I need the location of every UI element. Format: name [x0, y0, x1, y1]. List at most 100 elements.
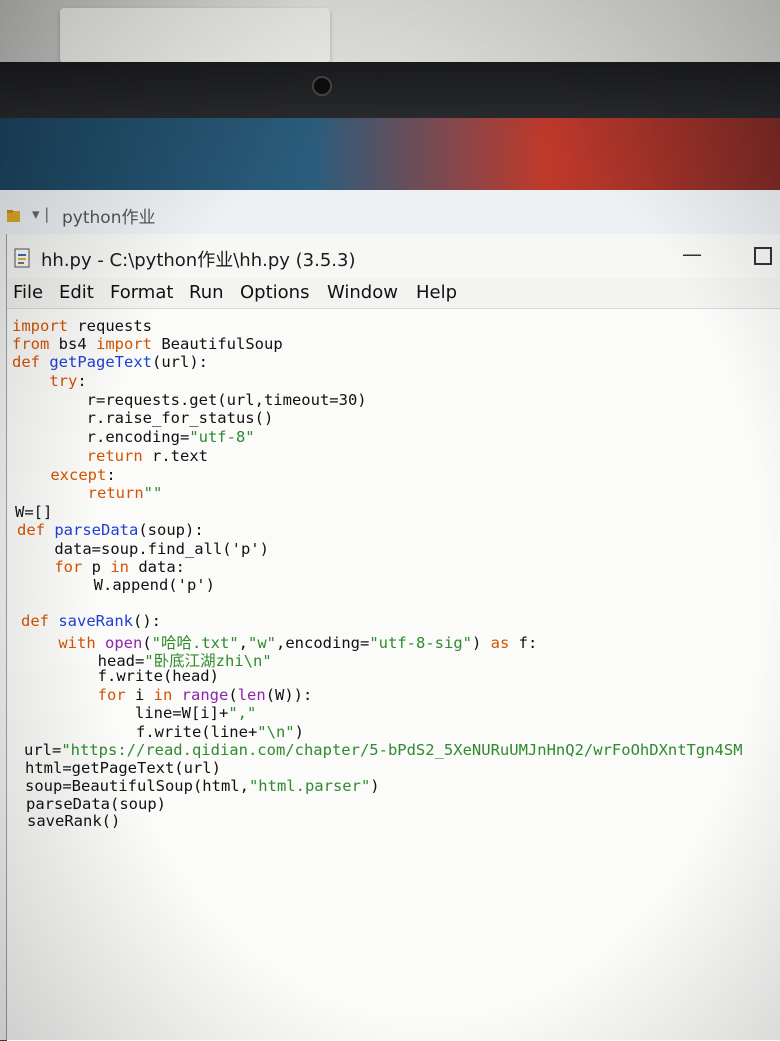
code-line: data=soup.find_all('p')	[17, 540, 269, 558]
code-line: f.write(line+"\n")	[24, 723, 304, 741]
code-token: return	[86, 447, 143, 465]
code-token: r.raise_for_status()	[12, 409, 274, 427]
code-token: import	[96, 335, 152, 353]
menu-run[interactable]: Run	[189, 282, 224, 303]
code-token: BeautifulSoup	[152, 335, 283, 353]
code-token: def	[21, 612, 49, 630]
code-line: return""	[13, 484, 163, 502]
code-token: saveRank	[58, 612, 133, 630]
code-token: :	[106, 466, 116, 484]
menu-file[interactable]: File	[13, 282, 43, 303]
code-token: r.encoding=	[12, 428, 190, 446]
code-line: except:	[13, 466, 116, 484]
webcam-icon	[312, 76, 332, 96]
code-token: i	[125, 686, 154, 704]
code-line: import requests	[12, 317, 152, 335]
code-token: from	[12, 335, 50, 353]
code-line: for p in data:	[17, 558, 185, 576]
code-token: f.write(head)	[23, 667, 219, 685]
code-token: data=soup.find_all('p')	[17, 540, 269, 558]
code-token: url=	[24, 741, 62, 759]
maximize-button[interactable]	[747, 240, 777, 270]
code-line: for i in range(len(W)):	[23, 686, 313, 704]
code-line: def parseData(soup):	[17, 521, 204, 539]
code-line: def getPageText(url):	[12, 353, 208, 371]
code-token: return	[87, 484, 144, 502]
code-line: return r.text	[12, 447, 208, 465]
code-token: p	[82, 558, 111, 576]
code-token: ","	[228, 704, 257, 722]
code-token: :	[77, 372, 87, 390]
code-line: W.append('p')	[19, 576, 215, 594]
code-token: parseData	[54, 521, 139, 539]
menu-help[interactable]: Help	[416, 282, 457, 303]
code-line: r.raise_for_status()	[12, 409, 274, 427]
code-line: html=getPageText(url)	[25, 759, 221, 777]
code-line: f.write(head)	[23, 667, 219, 685]
code-line: saveRank()	[27, 812, 120, 830]
code-token: ,encoding=	[276, 634, 370, 652]
code-line: url="https://read.qidian.com/chapter/5-b…	[24, 741, 743, 759]
code-line: try:	[12, 372, 87, 390]
code-token: line=W[i]+	[23, 704, 229, 722]
menu-edit[interactable]: Edit	[59, 282, 94, 303]
code-token: "utf-8"	[189, 428, 255, 446]
code-token: f.write(line+	[24, 723, 258, 741]
code-token: W=[]	[15, 503, 53, 521]
code-token: W.append('p')	[19, 576, 215, 594]
code-token: data:	[129, 558, 185, 576]
code-token: )	[472, 634, 491, 652]
code-line: W=[]	[15, 503, 52, 521]
window-title: hh.py - C:\python作业\hh.py (3.5.3)	[41, 250, 356, 271]
code-line: r=requests.get(url,timeout=30)	[12, 391, 367, 409]
code-editor[interactable]: import requests from bs4 import Beautiful…	[7, 308, 780, 1041]
menu-window[interactable]: Window	[327, 282, 398, 303]
code-line: line=W[i]+","	[23, 704, 256, 722]
menu-options[interactable]: Options	[240, 282, 309, 303]
code-token: as	[490, 634, 510, 652]
idle-editor-window: hh.py - C:\python作业\hh.py (3.5.3) — File…	[6, 234, 780, 1041]
menu-bar: File Edit Format Run Options Window Help	[7, 278, 780, 308]
code-token: (url):	[152, 353, 208, 371]
code-token: bs4	[49, 335, 96, 353]
code-token: "html.parser"	[248, 777, 371, 795]
minimize-button[interactable]: —	[677, 240, 707, 270]
window-titlebar[interactable]: hh.py - C:\python作业\hh.py (3.5.3) —	[7, 234, 780, 278]
code-token: try	[49, 372, 78, 390]
explorer-quick-access-chevron[interactable]: ▾ |	[32, 205, 49, 223]
menu-format[interactable]: Format	[110, 282, 173, 303]
code-token: except	[50, 466, 107, 484]
code-token: "utf-8-sig"	[369, 634, 472, 652]
code-token: range	[181, 686, 229, 704]
code-token: "\n"	[257, 723, 295, 741]
power-strip	[60, 8, 330, 63]
code-token: (	[228, 686, 238, 704]
code-token: html=getPageText(url)	[25, 759, 221, 777]
folder-icon	[7, 210, 20, 222]
code-token: (soup):	[138, 521, 204, 539]
desktop-wallpaper	[0, 118, 780, 198]
code-line: soup=BeautifulSoup(html,"html.parser")	[25, 777, 380, 795]
code-token: for	[54, 558, 83, 576]
code-token: requests	[68, 317, 152, 335]
code-line: def saveRank():	[21, 612, 161, 630]
code-token: parseData(soup)	[26, 795, 166, 813]
code-line: from bs4 import BeautifulSoup	[12, 335, 283, 353]
code-token: "https://read.qidian.com/chapter/5-bPdS2…	[61, 741, 743, 759]
code-token: ""	[143, 484, 163, 502]
code-token: getPageText	[49, 353, 152, 371]
code-token: )	[370, 777, 380, 795]
code-token: saveRank()	[27, 812, 121, 830]
code-line: r.encoding="utf-8"	[12, 428, 255, 446]
laptop-bezel	[0, 62, 780, 124]
code-token: (W)):	[265, 686, 313, 704]
